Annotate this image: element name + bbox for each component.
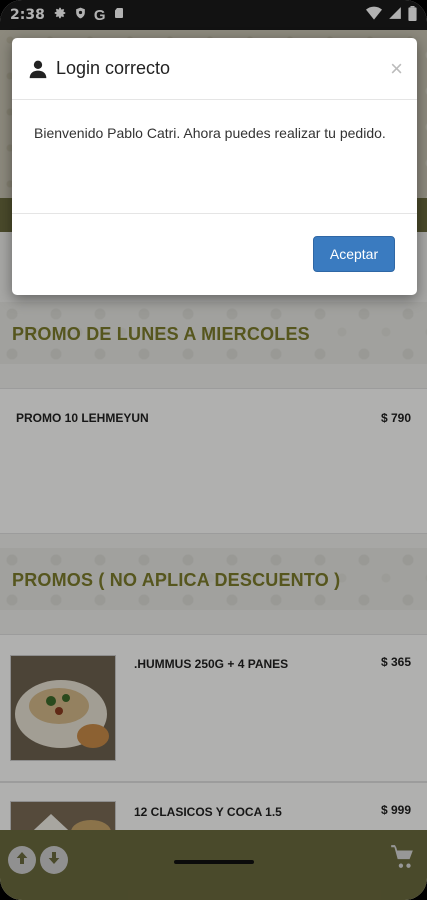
accept-button[interactable]: Aceptar bbox=[313, 236, 395, 272]
login-success-dialog: Login correcto × Bienvenido Pablo Catri.… bbox=[12, 38, 417, 295]
dialog-title: Login correcto bbox=[56, 58, 171, 78]
dialog-header: Login correcto × bbox=[12, 38, 417, 100]
close-icon[interactable]: × bbox=[390, 57, 403, 80]
user-icon bbox=[28, 59, 48, 79]
dialog-message: Bienvenido Pablo Catri. Ahora puedes rea… bbox=[12, 100, 417, 214]
dialog-footer: Aceptar bbox=[12, 214, 417, 294]
